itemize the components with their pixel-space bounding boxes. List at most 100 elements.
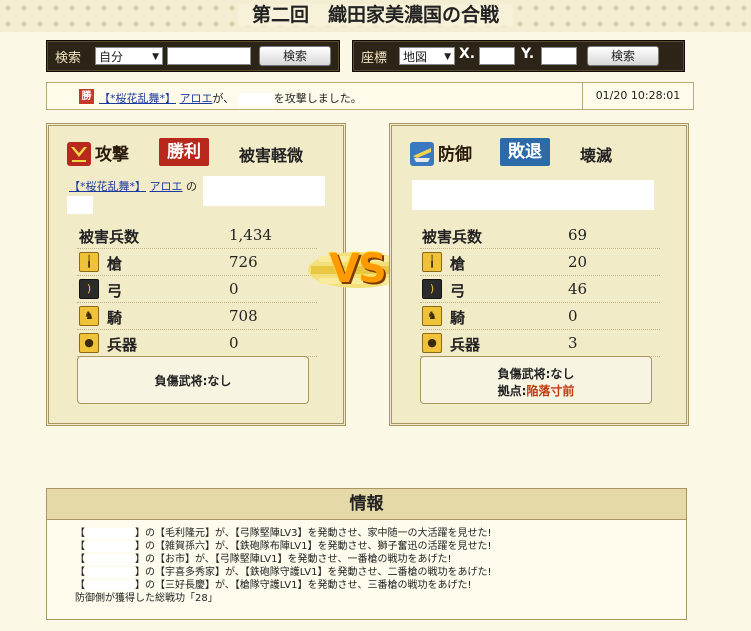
player-link[interactable]: アロエ xyxy=(180,92,213,105)
bow-icon: ) xyxy=(79,279,99,299)
info-line-pre: 【 xyxy=(75,541,85,552)
attacker-injury-box: 負傷武将:なし xyxy=(77,356,309,404)
stat-value: 1,434 xyxy=(229,226,272,244)
stat-row-spear: ╽ 槍 726 xyxy=(77,249,317,276)
stat-value: 69 xyxy=(568,226,588,244)
attack-icon xyxy=(67,142,91,166)
attacker-label: 攻撃 xyxy=(95,145,129,165)
base-status-label: 拠点: xyxy=(497,384,527,398)
stat-label: 槍 xyxy=(107,255,123,273)
defender-stats: 被害兵数 69 ╽ 槍 20 ) 弓 46 ♞ 騎 0 ● 兵器 3 xyxy=(420,222,660,357)
defender-label: 防御 xyxy=(438,145,472,165)
attacker-name: 【*桜花乱舞*】 アロエ の xyxy=(69,178,197,194)
redacted-village xyxy=(203,176,325,206)
info-footer: 防御側が獲得した総戦功「28」 xyxy=(75,593,218,604)
victory-badge: 勝利 xyxy=(159,138,209,166)
stat-value: 3 xyxy=(568,334,578,352)
info-title: 情報 xyxy=(47,489,686,520)
stat-label: 弓 xyxy=(450,282,466,300)
coord-search-bar: 座標 地図 ▼ X. Y. 検索 xyxy=(352,40,685,72)
stat-row-bow: ) 弓 46 xyxy=(420,276,660,303)
stat-row-cavalry: ♞ 騎 708 xyxy=(77,303,317,330)
info-line-text: 】の【毛利隆元】が、【弓隊堅陣LV3】を発動させ、家中随一の大活躍を見せた! xyxy=(135,528,492,539)
info-lines: 【】の【毛利隆元】が、【弓隊堅陣LV3】を発動させ、家中随一の大活躍を見せた! … xyxy=(75,527,675,605)
attacker-text-no: の xyxy=(186,180,197,193)
stat-label: 被害兵数 xyxy=(422,228,483,246)
search-button[interactable]: 検索 xyxy=(259,46,331,66)
defender-damage-level: 壊滅 xyxy=(580,146,613,165)
stat-row-siege: ● 兵器 0 xyxy=(77,330,317,357)
attacker-player-link[interactable]: アロエ xyxy=(150,180,183,193)
map-select[interactable]: 地図 ▼ xyxy=(399,47,455,65)
stat-row-bow: ) 弓 0 xyxy=(77,276,317,303)
bow-icon: ) xyxy=(422,279,442,299)
stat-value: 708 xyxy=(229,307,258,325)
info-line: 【 】の【雑賀孫六】が、【鉄砲隊布陣LV1】を発動させ、獅子奮迅の活躍を見せた! xyxy=(75,540,675,553)
y-coordinate-input[interactable] xyxy=(541,47,577,65)
stat-value: 0 xyxy=(568,307,578,325)
coord-search-button[interactable]: 検索 xyxy=(587,46,659,66)
redacted-village-tail xyxy=(67,196,93,214)
stat-value: 20 xyxy=(568,253,588,271)
stat-value: 46 xyxy=(568,280,588,298)
redacted-target xyxy=(237,92,274,106)
stat-row-cavalry: ♞ 騎 0 xyxy=(420,303,660,330)
info-line-pre: 【 xyxy=(75,567,85,578)
battle-log-entry: 勝 【*桜花乱舞*】 アロエが、 を攻撃しました。 01/20 10:28:01 xyxy=(46,82,694,110)
stat-label: 槍 xyxy=(450,255,466,273)
search-bar: 検索 自分 ▼ 検索 xyxy=(46,40,340,72)
siege-icon: ● xyxy=(422,333,442,353)
redacted-player xyxy=(85,566,135,578)
spear-icon: ╽ xyxy=(422,252,442,272)
stat-value: 0 xyxy=(229,334,239,352)
stat-label: 騎 xyxy=(450,309,466,327)
search-label: 検索 xyxy=(55,51,82,66)
chevron-down-icon: ▼ xyxy=(444,52,451,62)
stat-value: 726 xyxy=(229,253,258,271)
redacted-player xyxy=(85,540,135,552)
siege-icon: ● xyxy=(79,333,99,353)
vs-text: VS xyxy=(329,246,387,292)
search-scope-select[interactable]: 自分 ▼ xyxy=(95,47,163,65)
x-coordinate-input[interactable] xyxy=(479,47,515,65)
redacted-player xyxy=(85,527,135,539)
spear-icon: ╽ xyxy=(79,252,99,272)
stat-row-siege: ● 兵器 3 xyxy=(420,330,660,357)
attacker-panel: 攻撃 勝利 被害軽微 【*桜花乱舞*】 アロエ の 被害兵数 1,434 ╽ 槍… xyxy=(46,123,346,426)
stat-value: 0 xyxy=(229,280,239,298)
stat-label: 兵器 xyxy=(450,336,481,354)
info-line-text: 】の【宇喜多秀家】が、【鉄砲隊守護LV1】を発動させ、二番槍の戦功をあげた! xyxy=(135,567,492,578)
defender-injury-box: 負傷武将:なし 拠点:陥落寸前 xyxy=(420,356,652,404)
stat-label: 弓 xyxy=(107,282,123,300)
attacker-injury-text: 負傷武将:なし xyxy=(154,374,232,388)
info-line-text: 】の【雑賀孫六】が、【鉄砲隊布陣LV1】を発動させ、獅子奮迅の活躍を見せた! xyxy=(135,541,492,552)
defeat-badge: 敗退 xyxy=(500,138,550,166)
redacted-defender xyxy=(412,180,654,210)
base-status: 拠点:陥落寸前 xyxy=(421,382,651,399)
info-line-text: 】の【三好長慶】が、【槍隊守護LV1】を発動させ、三番槍の戦功をあげた! xyxy=(135,580,472,591)
info-line-pre: 【 xyxy=(75,528,85,539)
info-box: 情報 【 】の【毛利隆元】が、【弓隊堅陣LV3】を発動させ、家中随一の大活躍を見せ… xyxy=(46,488,687,620)
coord-label: 座標 xyxy=(361,51,388,66)
stat-row-spear: ╽ 槍 20 xyxy=(420,249,660,276)
stat-label: 兵器 xyxy=(107,336,138,354)
info-line: 【 】の【宇喜多秀家】が、【鉄砲隊守護LV1】を発動させ、二番槍の戦功をあげた! xyxy=(75,566,675,579)
defense-icon xyxy=(410,142,434,166)
battle-log-text: 【*桜花乱舞*】 アロエが、 を攻撃しました。 xyxy=(99,90,362,106)
redacted-player xyxy=(85,553,135,565)
stat-row-casualties: 被害兵数 69 xyxy=(420,222,660,249)
attacker-damage-level: 被害軽微 xyxy=(239,146,304,165)
log-text-rest: を攻撃しました。 xyxy=(273,92,362,105)
x-label: X. xyxy=(459,46,476,62)
info-line: 【 】の【三好長慶】が、【槍隊守護LV1】を発動させ、三番槍の戦功をあげた! xyxy=(75,579,675,592)
info-line-text: 】の【お市】が、【弓隊堅陣LV1】を発動させ、一番槍の戦功をあげた! xyxy=(135,554,452,565)
attacker-alliance-link[interactable]: 【*桜花乱舞*】 xyxy=(69,180,146,193)
log-text-ga: が、 xyxy=(212,92,235,105)
base-status-value: 陥落寸前 xyxy=(526,384,575,398)
page-title: 第二回 織田家美濃国の合戦 xyxy=(0,0,751,32)
defender-injury-text: 負傷武将:なし xyxy=(497,367,575,381)
battle-timestamp: 01/20 10:28:01 xyxy=(582,83,693,109)
alliance-link[interactable]: 【*桜花乱舞*】 xyxy=(99,92,176,105)
stat-label: 被害兵数 xyxy=(79,228,140,246)
search-input[interactable] xyxy=(167,47,251,65)
